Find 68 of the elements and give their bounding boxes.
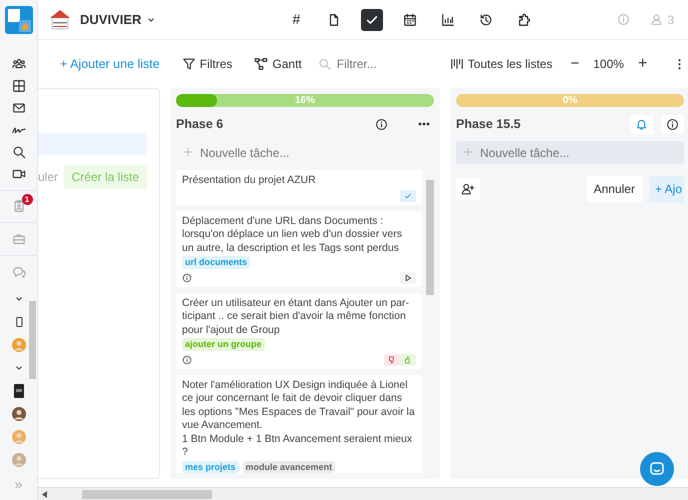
zoom-level: 100% [593, 56, 624, 73]
notification-badge: 1 [22, 194, 32, 204]
info-icon[interactable] [182, 273, 192, 283]
info-icon[interactable] [182, 355, 192, 365]
task-card[interactable]: Créer un utilisateur en étant dans Ajouter un par-ticipant .. ce serait bien d'avoir la même fonction pour l'ajout de Group ajouter un groupe [176, 292, 422, 368]
nav-tab[interactable]: # [285, 8, 308, 30]
app-logo[interactable] [4, 6, 32, 34]
clipboard-icon[interactable] [12, 199, 26, 214]
chart-icon [441, 12, 456, 26]
add-member-button[interactable] [456, 178, 480, 200]
progress-label: 16% [294, 94, 316, 107]
cancel-button[interactable]: Annuler [586, 176, 642, 202]
check-icon[interactable] [400, 190, 416, 202]
task-text: Présentation du projet AZUR [182, 174, 317, 188]
progress-label: 0% [562, 94, 578, 107]
scrollbar-thumb[interactable] [426, 180, 434, 295]
grid-icon[interactable] [12, 79, 26, 94]
history-icon [479, 12, 494, 26]
thumbs-down-icon[interactable] [384, 354, 400, 366]
task-tag[interactable]: module avancement [242, 460, 336, 473]
add-user-icon [461, 182, 475, 196]
list-title: Phase 15.5 [456, 116, 521, 133]
info-button[interactable] [661, 114, 684, 134]
columns-icon [450, 57, 464, 71]
thumbs-up-icon[interactable] [400, 354, 416, 366]
nav-tab[interactable] [361, 8, 384, 30]
filter-icon [182, 57, 196, 71]
diagram-icon [254, 57, 268, 71]
info-icon [375, 118, 388, 130]
plus-icon [462, 146, 474, 158]
company-dropdown[interactable]: DUVIVIER [80, 10, 158, 30]
zoom-out-button[interactable]: − [566, 50, 584, 78]
more-icon [418, 122, 430, 126]
task-card[interactable]: Présentation du projet AZUR [176, 170, 422, 204]
plus-icon [182, 146, 194, 158]
task-text: Créer un utilisateur en étant dans Ajouter un par-ticipant .. ce serait bien d'avoir la même fonction pour l'ajout de Group [182, 296, 410, 337]
search-field[interactable]: Filtrer... [318, 54, 438, 74]
list-title: Phase 6 [176, 116, 224, 133]
new-task-field[interactable]: Nouvelle tâche... [456, 141, 684, 164]
avatar[interactable] [12, 406, 26, 421]
scroll-left-icon[interactable] [42, 490, 48, 498]
all-lists-button[interactable]: Toutes les listes [446, 53, 556, 75]
list-name-field[interactable] [38, 133, 147, 155]
add-list-button[interactable]: + Ajouter une liste [56, 52, 164, 76]
user-icon [650, 13, 664, 26]
zoom-in-button[interactable]: + [634, 50, 652, 78]
puzzle-icon [517, 12, 532, 26]
search-icon[interactable] [12, 144, 26, 159]
more-button[interactable]: ⋮ [669, 53, 688, 75]
notification-button[interactable] [630, 114, 653, 134]
scrollbar-thumb[interactable] [82, 490, 212, 498]
bell-icon [635, 118, 648, 130]
task-card[interactable]: Déplacement d'une URL dans Documents : lorsqu'on déplace un lien web d'un dossier vers un autre, la description et les Tags sont perdus url documents [176, 210, 422, 286]
mail-icon[interactable] [12, 101, 26, 116]
filters-button[interactable]: Filtres [178, 53, 236, 75]
new-task-field[interactable]: Nouvelle tâche... [176, 141, 434, 164]
task-card[interactable] [176, 374, 422, 473]
scrollbar-thumb[interactable] [28, 301, 36, 380]
gantt-button[interactable]: Gantt [250, 53, 306, 75]
chat-icon [649, 461, 665, 477]
calendar-icon [403, 12, 418, 26]
task-text: Déplacement d'une URL dans Documents : lorsqu'on déplace un lien web d'un dossier vers un autre, la description et les Tags sont perdus [182, 214, 403, 255]
task-text: Noter l'amélioration UX Design indiquée à Lionel ce jour concernant le fait de devoir cliquer dans les options "Mes Espaces de Travail" pour avoir la vue Avancement. 1 Btn Module + 1 Btn Avancement seraient mieux ? [182, 378, 416, 460]
search-icon [318, 58, 331, 70]
info-icon [666, 118, 679, 130]
device-icon[interactable] [12, 382, 24, 399]
play-icon[interactable] [400, 272, 416, 284]
company-logo[interactable] [48, 8, 72, 32]
